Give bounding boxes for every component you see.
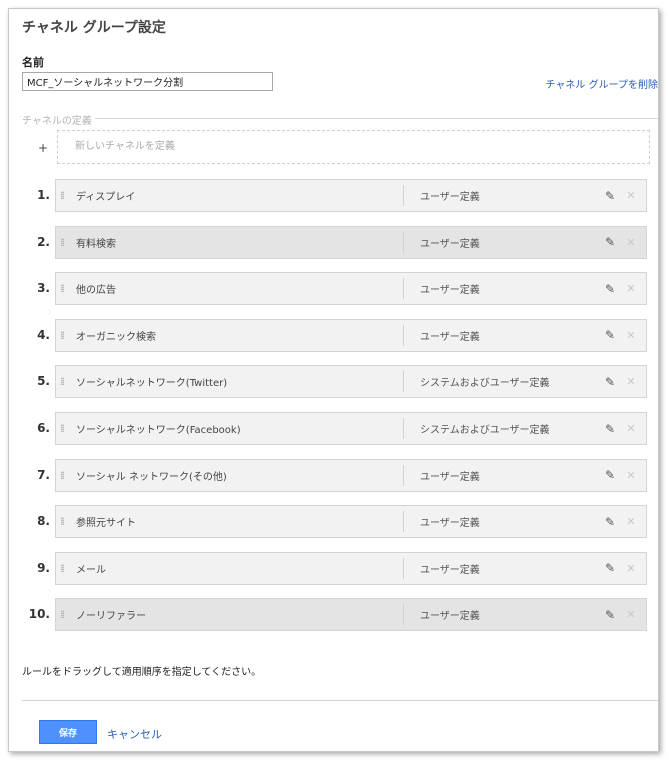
close-icon[interactable]: ✕ <box>620 562 642 575</box>
channel-row[interactable]: ⁞⁞ 有料検索 ユーザー定義 ✎ ✕ <box>55 225 647 259</box>
channel-name: 参照元サイト <box>76 518 136 530</box>
channel-row[interactable]: ⁞⁞ ソーシャルネットワーク(Facebook) システムおよびユーザー定義 ✎ ✕ <box>55 412 647 445</box>
pencil-icon[interactable]: ✎ <box>600 375 620 389</box>
channel-row[interactable]: ⁞⁞ ソーシャルネットワーク(Twitter) システムおよびユーザー定義 ✎ ✕ <box>55 365 647 399</box>
delete-channel-group-link[interactable]: チャネル グループを削除 <box>546 76 658 91</box>
channel-name: 他の広告 <box>76 285 116 297</box>
channel-number: 2. <box>37 234 50 249</box>
channel-type: ユーザー定義 <box>420 611 480 623</box>
channel-type: ユーザー定義 <box>420 471 480 483</box>
drag-handle-icon[interactable]: ⁞⁞ <box>60 609 76 620</box>
drag-handle-icon[interactable]: ⁞⁞ <box>60 516 76 527</box>
channel-name: ソーシャル ネットワーク(その他) <box>76 471 227 483</box>
pencil-icon[interactable]: ✎ <box>600 561 620 575</box>
channel-row[interactable]: ⁞⁞ オーガニック検索 ユーザー定義 ✎ ✕ <box>55 318 647 352</box>
name-input[interactable] <box>22 72 273 91</box>
channel-definition-label: チャネルの定義 <box>22 116 92 127</box>
channel-type: ユーザー定義 <box>420 192 480 203</box>
pencil-icon[interactable]: ✎ <box>600 328 620 342</box>
channel-type: システムおよびユーザー定義 <box>420 425 550 436</box>
channel-type: ユーザー定義 <box>420 285 480 297</box>
channel-number: 10. <box>28 607 50 622</box>
close-icon[interactable]: ✕ <box>620 608 642 621</box>
channel-number: 7. <box>37 467 50 482</box>
channel-row[interactable]: ⁞⁞ ディスプレイ ユーザー定義 ✎ ✕ <box>55 179 647 212</box>
channel-row[interactable]: ⁞⁞ 参照元サイト ユーザー定義 ✎ ✕ <box>55 505 647 539</box>
drag-handle-icon[interactable]: ⁞⁞ <box>60 283 76 294</box>
channel-row[interactable]: ⁞⁞ ソーシャル ネットワーク(その他) ユーザー定義 ✎ ✕ <box>55 458 647 492</box>
pencil-icon[interactable]: ✎ <box>600 515 620 529</box>
channel-row[interactable]: ⁞⁞ ノーリファラー ユーザー定義 ✎ ✕ <box>55 598 647 632</box>
channel-number: 8. <box>37 514 50 529</box>
name-label: 名前 <box>22 56 44 69</box>
channel-type: ユーザー定義 <box>420 518 480 530</box>
close-icon[interactable]: ✕ <box>620 469 642 482</box>
drag-hint-text: ルールをドラッグして適用順序を指定してください。 <box>22 667 262 678</box>
channel-name: 有料検索 <box>76 238 116 250</box>
close-icon[interactable]: ✕ <box>620 329 642 342</box>
channel-name: ディスプレイ <box>76 192 136 203</box>
drag-handle-icon[interactable]: ⁞⁞ <box>60 563 76 574</box>
close-icon[interactable]: ✕ <box>620 189 642 202</box>
drag-handle-icon[interactable]: ⁞⁞ <box>60 470 76 481</box>
plus-icon: + <box>38 141 49 155</box>
drag-handle-icon[interactable]: ⁞⁞ <box>60 237 76 248</box>
drag-handle-icon[interactable]: ⁞⁞ <box>60 376 76 387</box>
save-button[interactable]: 保存 <box>39 720 97 744</box>
channel-row[interactable]: ⁞⁞ メール ユーザー定義 ✎ ✕ <box>55 551 647 585</box>
channel-name: メール <box>76 564 106 576</box>
cancel-link[interactable]: キャンセル <box>107 726 162 742</box>
channel-type: ユーザー定義 <box>420 238 480 250</box>
channel-number: 9. <box>37 560 50 575</box>
close-icon[interactable]: ✕ <box>620 422 642 435</box>
channel-number: 4. <box>37 327 50 342</box>
channel-number: 5. <box>37 374 50 389</box>
pencil-icon[interactable]: ✎ <box>600 468 620 482</box>
close-icon[interactable]: ✕ <box>620 515 642 528</box>
drag-handle-icon[interactable]: ⁞⁞ <box>60 190 76 201</box>
pencil-icon[interactable]: ✎ <box>600 189 620 203</box>
pencil-icon[interactable]: ✎ <box>600 608 620 622</box>
drag-handle-icon[interactable]: ⁞⁞ <box>60 330 76 341</box>
dialog-title: チャネル グループ設定 <box>22 20 166 36</box>
channel-name: ソーシャルネットワーク(Twitter) <box>76 378 228 390</box>
pencil-icon[interactable]: ✎ <box>600 282 620 296</box>
close-icon[interactable]: ✕ <box>620 375 642 388</box>
channel-name: ソーシャルネットワーク(Facebook) <box>76 425 241 436</box>
channel-number: 1. <box>37 188 50 202</box>
channel-type: ユーザー定義 <box>420 564 480 576</box>
definition-divider <box>95 118 658 119</box>
pencil-icon[interactable]: ✎ <box>600 235 620 249</box>
close-icon[interactable]: ✕ <box>620 236 642 249</box>
channel-type: システムおよびユーザー定義 <box>420 378 550 390</box>
channel-row[interactable]: ⁞⁞ 他の広告 ユーザー定義 ✎ ✕ <box>55 272 647 306</box>
channel-type: ユーザー定義 <box>420 331 480 343</box>
footer-divider <box>22 700 658 701</box>
close-icon[interactable]: ✕ <box>620 282 642 295</box>
channel-name: ノーリファラー <box>76 611 146 623</box>
channel-name: オーガニック検索 <box>76 331 156 343</box>
channel-number: 6. <box>37 421 50 435</box>
add-channel-button[interactable]: 新しいチャネルを定義 <box>57 130 650 164</box>
pencil-icon[interactable]: ✎ <box>600 422 620 436</box>
drag-handle-icon[interactable]: ⁞⁞ <box>60 423 76 434</box>
channel-number: 3. <box>37 281 50 296</box>
